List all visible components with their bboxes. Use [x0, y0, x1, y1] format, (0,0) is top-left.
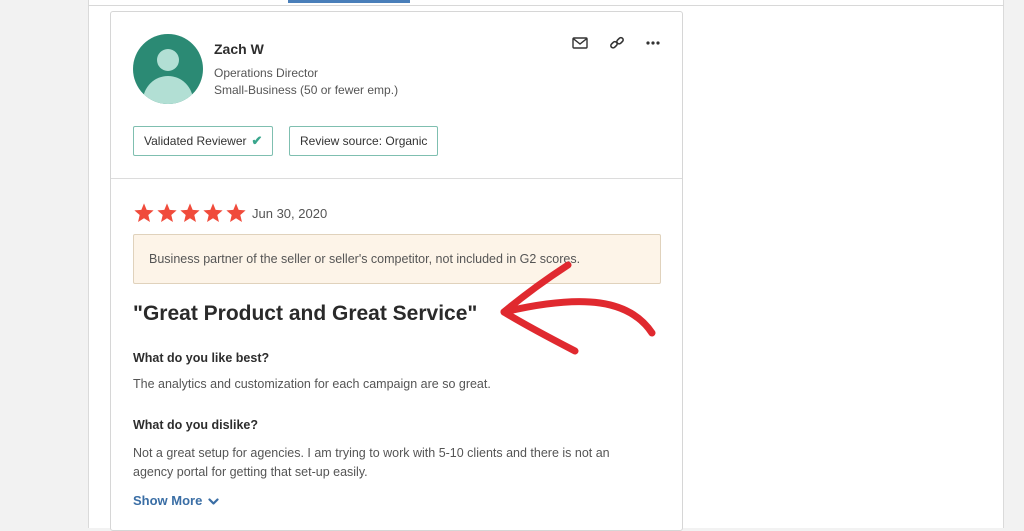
- review-title: "Great Product and Great Service": [133, 302, 478, 325]
- answer-like-best: The analytics and customization for each…: [133, 377, 491, 391]
- star-icon: [134, 203, 154, 222]
- question-like-best: What do you like best?: [133, 351, 270, 365]
- star-icon: [203, 203, 223, 222]
- show-more-label: Show More: [133, 493, 203, 508]
- review-source-label: Review source: Organic: [300, 134, 428, 148]
- section-divider: [111, 178, 682, 179]
- star-icon: [226, 203, 246, 222]
- star-rating: [133, 202, 247, 224]
- answer-dislike: Not a great setup for agencies. I am try…: [133, 446, 610, 479]
- checkmark-icon: ✔: [251, 133, 263, 148]
- review-date: Jun 30, 2020: [252, 206, 328, 221]
- show-more-button[interactable]: Show More: [133, 493, 219, 508]
- avatar-head: [157, 49, 179, 71]
- validated-reviewer-label: Validated Reviewer: [144, 134, 247, 148]
- chevron-down-icon: [208, 497, 219, 505]
- annotation-arrow: [500, 261, 656, 355]
- star-icon: [180, 203, 200, 222]
- review-source-badge: Review source: Organic: [289, 126, 439, 156]
- question-dislike: What do you dislike?: [133, 418, 259, 432]
- more-options-icon[interactable]: [644, 34, 662, 52]
- avatar: [133, 34, 203, 104]
- star-icon: [157, 203, 177, 222]
- top-divider: [88, 5, 1004, 6]
- reviewer-title: Operations Director: [214, 66, 319, 80]
- mail-icon[interactable]: [571, 34, 589, 52]
- avatar-body: [143, 76, 193, 104]
- reviewer-name[interactable]: Zach W: [214, 41, 264, 57]
- validated-reviewer-badge: Validated Reviewer ✔: [133, 126, 274, 156]
- link-icon[interactable]: [608, 34, 626, 52]
- active-tab-indicator: [288, 0, 410, 3]
- reviewer-segment: Small-Business (50 or fewer emp.): [214, 83, 399, 97]
